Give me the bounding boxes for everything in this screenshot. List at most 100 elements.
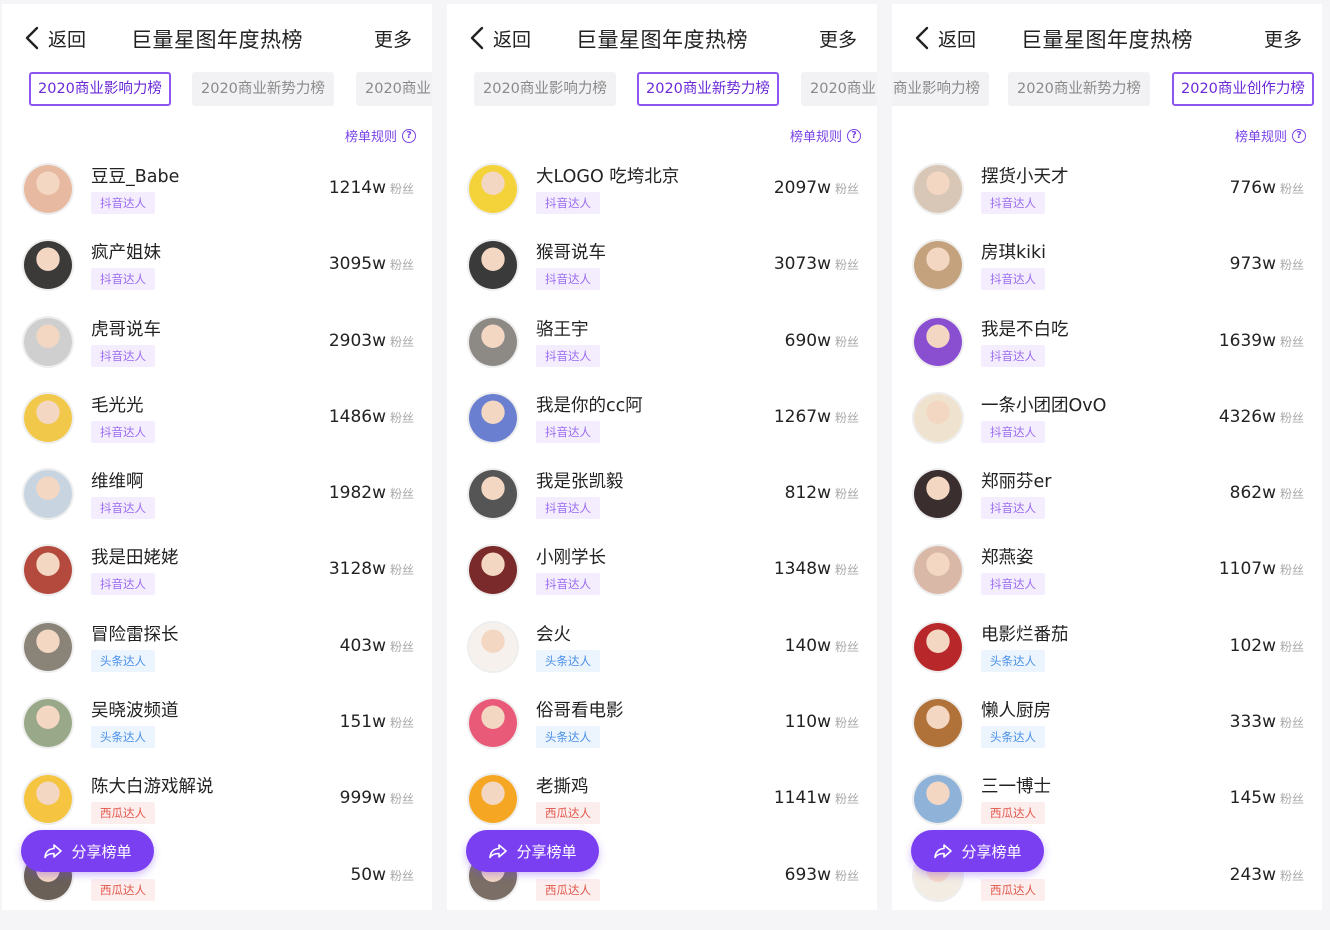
avatar [914,622,962,671]
creator-name: 我是张凯毅 [536,472,624,493]
more-button[interactable]: 更多 [1264,25,1302,52]
tab-ranking[interactable]: 2020商业影响力榜 [29,72,171,106]
tab-ranking[interactable]: 2020商业 [801,72,877,106]
list-item[interactable]: 陈大白游戏解说 西瓜达人 999w 粉丝 [2,760,432,836]
list-item[interactable]: 会火 头条达人 140w 粉丝 [447,608,877,684]
list-item[interactable]: 我是张凯毅 抖音达人 812w 粉丝 [447,455,877,531]
fans-value: 693w [784,864,831,885]
creator-name: 我是你的cc阿 [536,395,643,416]
fans-unit: 粉丝 [834,182,859,196]
more-button[interactable]: 更多 [374,25,412,52]
share-ranking-button[interactable]: 分享榜单 [466,830,599,872]
fans-unit: 粉丝 [389,792,414,807]
tab-ranking[interactable]: 2020商业 [356,72,432,106]
list-item[interactable]: 我是你的cc阿 抖音达人 1267w 粉丝 [447,379,877,455]
list-item[interactable]: 小刚学长 抖音达人 1348w 粉丝 [447,531,877,607]
list-item[interactable]: 我是不白吃 抖音达人 1639w 粉丝 [892,303,1322,379]
fans-unit: 粉丝 [834,487,859,502]
avatar [469,699,517,748]
ranking-panel: 返回 巨量星图年度热榜 更多 2020商业影响力榜 2020商业新势力榜 2020商… [447,4,877,910]
fans-unit: 粉丝 [1279,258,1304,273]
list-item[interactable]: 房琪kiki 抖音达人 973w 粉丝 [892,226,1322,302]
creator-name: 一条小团团OvO [981,395,1107,416]
fans-count: 776w 粉丝 [1230,178,1304,198]
avatar [469,775,517,824]
ranking-rules-link[interactable]: 榜单规则 ? [345,126,416,145]
ranking-rules-link[interactable]: 榜单规则 ? [1235,126,1306,145]
creator-name: 俗哥看电影 [536,701,624,722]
creator-name: 猴哥说车 [536,243,606,264]
fans-value: 1348w [773,559,831,580]
fans-count: 1214w 粉丝 [329,178,414,198]
list-item[interactable]: 摆货小天才 抖音达人 776w 粉丝 [892,150,1322,226]
ranking-list: 大LOGO 吃垮北京 抖音达人 2097w 粉丝 猴哥说车 抖音达人 3073w 粉… [447,150,877,910]
creator-name: 房琪kiki [981,243,1046,264]
ranking-rules-link[interactable]: 榜单规则 ? [790,126,861,145]
list-item[interactable]: 豆豆_Babe 抖音达人 1214w 粉丝 [2,150,432,226]
tab-ranking[interactable]: 2020商业影响力榜 [474,72,616,106]
tab-ranking[interactable]: 2020商业新势力榜 [637,72,779,106]
creator-name: 陈大白游戏解说 [91,777,214,798]
fans-value: 1214w [328,178,386,198]
fans-unit: 粉丝 [1279,410,1304,425]
share-ranking-button[interactable]: 分享榜单 [911,830,1044,872]
fans-value: 1267w [773,406,831,427]
list-item[interactable]: 毛光光 抖音达人 1486w 粉丝 [2,379,432,455]
creator-name: 吴晓波频道 [91,701,179,722]
nav-bar: 返回 巨量星图年度热榜 更多 [2,4,432,68]
creator-tag: 头条达人 [91,649,155,672]
list-item[interactable]: 老撕鸡 西瓜达人 1141w 粉丝 [447,760,877,836]
tab-ranking[interactable]: 商业影响力榜 [892,72,989,106]
creator-tag: 西瓜达人 [91,802,155,825]
list-item[interactable]: 一条小团团OvO 抖音达人 4326w 粉丝 [892,379,1322,455]
list-item[interactable]: 郑燕姿 抖音达人 1107w 粉丝 [892,531,1322,607]
avatar [24,546,72,595]
creator-name: 疯产姐妹 [91,243,161,264]
fans-value: 151w [339,712,386,733]
list-item[interactable]: 维维啊 抖音达人 1982w 粉丝 [2,455,432,531]
list-item[interactable]: 大LOGO 吃垮北京 抖音达人 2097w 粉丝 [447,150,877,226]
creator-name: 毛光光 [91,395,144,416]
tab-ranking[interactable]: 2020商业创作力榜 [1172,72,1314,106]
fans-count: 862w 粉丝 [1230,483,1304,503]
list-item[interactable]: 三一博士 西瓜达人 145w 粉丝 [892,760,1322,836]
list-item[interactable]: 我是田姥姥 抖音达人 3128w 粉丝 [2,531,432,607]
fans-unit: 粉丝 [834,868,859,883]
tab-ranking[interactable]: 2020商业新势力榜 [1008,72,1150,106]
more-button[interactable]: 更多 [819,25,857,52]
creator-tag: 抖音达人 [536,420,600,443]
list-item[interactable]: 虎哥说车 抖音达人 2903w 粉丝 [2,303,432,379]
creator-name: 摆货小天才 [981,167,1069,187]
creator-name: 我是田姥姥 [91,548,179,569]
fans-value: 862w [1229,483,1276,504]
list-item[interactable]: 冒险雷探长 头条达人 403w 粉丝 [2,608,432,684]
fans-unit: 粉丝 [1279,563,1304,578]
avatar [469,622,517,671]
fans-unit: 粉丝 [389,639,414,654]
fans-value: 2097w [773,178,831,198]
fans-count: 999w 粉丝 [340,788,414,808]
rules-label: 榜单规则 [789,130,842,145]
list-item[interactable]: 懒人厨房 头条达人 333w 粉丝 [892,684,1322,760]
list-item[interactable]: 电影烂番茄 头条达人 102w 粉丝 [892,608,1322,684]
fans-value: 973w [1229,254,1276,275]
list-item[interactable]: 猴哥说车 抖音达人 3073w 粉丝 [447,226,877,302]
avatar [24,622,72,671]
avatar [469,241,517,290]
share-ranking-button[interactable]: 分享榜单 [21,830,154,872]
list-item[interactable]: 俗哥看电影 头条达人 110w 粉丝 [447,684,877,760]
list-item[interactable]: 疯产姐妹 抖音达人 3095w 粉丝 [2,226,432,302]
tab-ranking[interactable]: 2020商业新势力榜 [192,72,334,106]
list-item[interactable]: 郑丽芬er 抖音达人 862w 粉丝 [892,455,1322,531]
avatar [914,775,962,824]
fans-unit: 粉丝 [834,410,859,425]
creator-tag: 抖音达人 [981,420,1045,443]
fans-count: 1141w 粉丝 [774,788,859,808]
tab-bar: 2020商业影响力榜 2020商业新势力榜 2020商业 [2,72,432,108]
list-item[interactable]: 骆王宇 抖音达人 690w 粉丝 [447,303,877,379]
share-icon [934,844,953,859]
avatar [469,470,517,519]
list-item[interactable]: 吴晓波频道 头条达人 151w 粉丝 [2,684,432,760]
creator-tag: 头条达人 [981,649,1045,672]
creator-tag: 抖音达人 [536,268,600,291]
